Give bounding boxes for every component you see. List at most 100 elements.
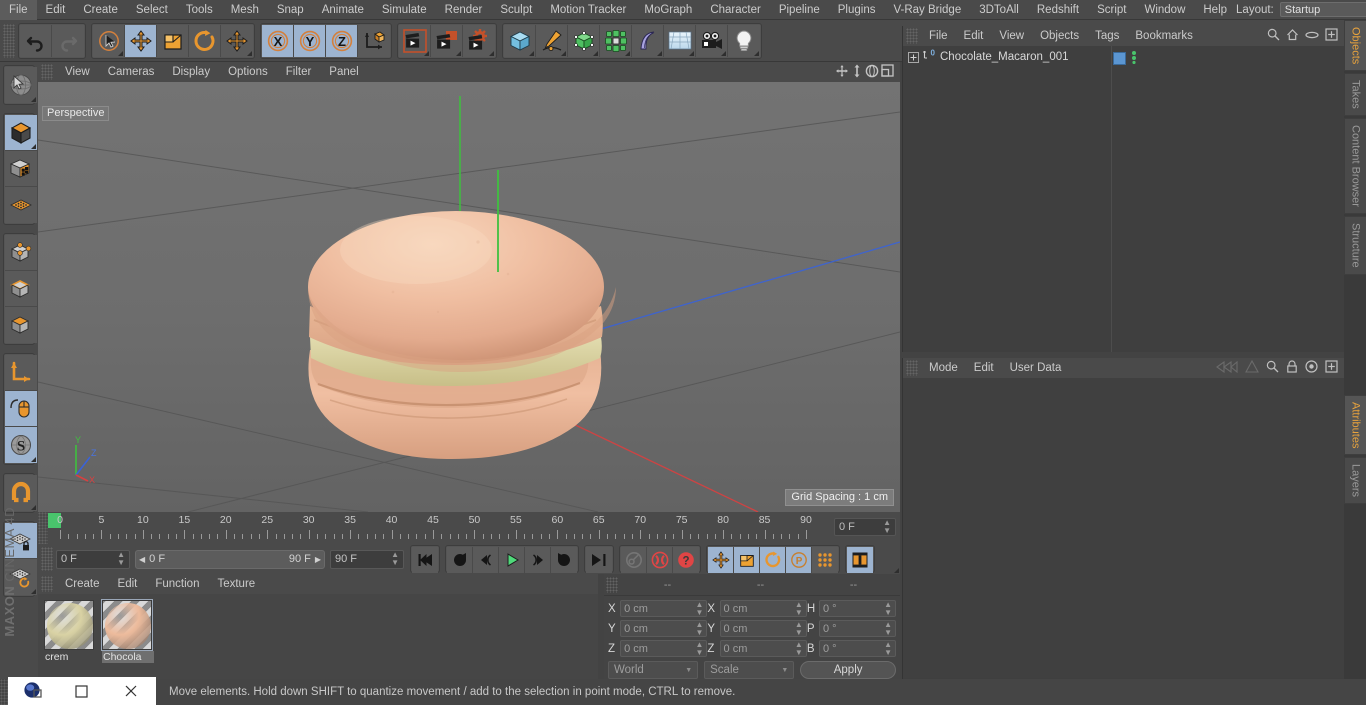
animbar-grip[interactable] [41,547,53,571]
record-active-objects-icon[interactable] [647,547,673,573]
spinner-icon[interactable]: ▲ ▼ [884,600,892,617]
axis-z-icon[interactable]: Z [326,24,358,57]
coordinate-input-position-y[interactable]: 0 cm ▲ ▼ [620,620,708,637]
menu-item-animate[interactable]: Animate [313,0,373,20]
record-pla-icon[interactable] [812,547,838,573]
coordinate-mode-dropdown[interactable]: Scale ▼ [704,661,795,679]
dock-tab-content-browser[interactable]: Content Browser [1344,118,1366,214]
keyframe-selection-icon[interactable]: ? [673,547,699,573]
generator-nurbs-icon[interactable] [568,24,600,57]
material-tag-icon[interactable] [1113,52,1126,65]
coordinate-input-rotation-h[interactable]: 0 ° ▲ ▼ [818,600,896,617]
coordinate-input-size-x[interactable]: 0 cm ▲ ▼ [719,600,807,617]
preview-range-slider[interactable]: ◀ 0 F 90 F ▶ [135,549,325,569]
undo-icon[interactable] [20,24,52,57]
spinner-icon[interactable]: ▲ ▼ [795,620,803,637]
timeline-frame-field[interactable]: 0 F ▲ ▼ [834,518,896,536]
soft-selection-icon[interactable]: S [5,427,37,463]
material-preview-sphere[interactable] [101,599,153,651]
menu-item-pipeline[interactable]: Pipeline [770,0,829,20]
apply-button[interactable]: Apply [800,661,896,679]
menu-item-render[interactable]: Render [436,0,492,20]
material-menu-item-edit[interactable]: Edit [109,574,147,594]
lock-icon[interactable] [1286,360,1298,376]
add-layer-icon[interactable] [1325,28,1338,44]
attribute-menu-item-edit[interactable]: Edit [966,358,1002,378]
menu-item-file[interactable]: File [0,0,37,20]
attribute-menu-item-mode[interactable]: Mode [921,358,966,378]
coordinate-input-size-y[interactable]: 0 cm ▲ ▼ [719,620,807,637]
viewport-menu-item-view[interactable]: View [56,62,99,82]
polygons-mode-icon[interactable] [5,307,37,343]
rotate-camera-icon[interactable] [865,64,879,81]
spinner-icon[interactable]: ▲ ▼ [884,640,892,657]
render-to-picture-viewer-icon[interactable] [431,24,463,57]
scale-icon[interactable] [157,24,189,57]
material-menu-item-function[interactable]: Function [146,574,208,594]
attribute-manager-body[interactable] [903,378,1344,678]
search-icon[interactable] [1266,360,1279,376]
object-menu-item-file[interactable]: File [921,26,956,46]
live-selection-icon[interactable] [5,67,37,103]
spinner-icon[interactable]: ▲ ▼ [696,620,704,637]
object-menu-item-view[interactable]: View [991,26,1032,46]
object-menu-item-bookmarks[interactable]: Bookmarks [1127,26,1201,46]
snap-magnet-icon[interactable] [5,475,37,511]
spinner-icon[interactable]: ▲ ▼ [884,620,892,637]
dolly-camera-icon[interactable] [851,64,863,81]
next-key-icon[interactable] [551,547,577,573]
menu-item-motion-tracker[interactable]: Motion Tracker [541,0,635,20]
viewport-grip[interactable] [41,64,53,80]
play-icon[interactable] [499,547,525,573]
mograph-cloner-icon[interactable] [600,24,632,57]
record-rotation-icon[interactable] [760,547,786,573]
menu-item-character[interactable]: Character [701,0,770,20]
world-object-axis-icon[interactable] [358,24,390,57]
axis-y-icon[interactable]: Y [294,24,326,57]
texture-mode-icon[interactable] [5,187,37,223]
render-settings-icon[interactable] [463,24,495,57]
camera-icon[interactable] [696,24,728,57]
timeline-grip[interactable] [38,512,48,544]
visibility-dots-icon[interactable] [1130,50,1138,67]
spinner-icon[interactable]: ▲ ▼ [883,519,891,535]
autokey-icon[interactable] [621,547,647,573]
record-position-icon[interactable] [708,547,734,573]
timeline-toggle-icon[interactable] [847,547,873,573]
range-left-arrow-icon[interactable]: ◀ [139,555,145,564]
light-icon[interactable] [728,24,760,57]
timeline-track[interactable]: 0 5 10 15 20 25 30 35 40 45 50 55 60 65 70 75 80 85 90 [48,512,830,544]
material-menu-item-texture[interactable]: Texture [208,574,264,594]
object-menu-item-tags[interactable]: Tags [1087,26,1127,46]
menu-item-3dtoall[interactable]: 3DToAll [970,0,1028,20]
coordinate-input-rotation-b[interactable]: 0 ° ▲ ▼ [818,640,896,657]
material-list[interactable]: crem Chocola [38,594,598,679]
menu-item-mograph[interactable]: MoGraph [635,0,701,20]
restore-window-icon[interactable] [57,677,106,705]
redo-icon[interactable] [52,24,84,57]
target-icon[interactable] [1305,360,1318,376]
material-item[interactable]: Chocola [101,599,154,679]
material-preview-sphere[interactable] [44,600,94,650]
attribute-manager-grip[interactable] [906,360,918,376]
up-nav-icon[interactable] [1245,359,1259,376]
menu-item-snap[interactable]: Snap [268,0,313,20]
menu-item-redshift[interactable]: Redshift [1028,0,1088,20]
spinner-icon[interactable]: ▲ ▼ [696,600,704,617]
viewport-menu-item-panel[interactable]: Panel [320,62,367,82]
step-back-icon[interactable] [473,547,499,573]
coordinate-input-rotation-p[interactable]: 0 ° ▲ ▼ [818,620,896,637]
home-icon[interactable] [1286,28,1299,44]
menu-item-v-ray-bridge[interactable]: V-Ray Bridge [884,0,970,20]
dock-tab-takes[interactable]: Takes [1344,73,1366,117]
menu-item-window[interactable]: Window [1135,0,1194,20]
viewport-menu-item-options[interactable]: Options [219,62,277,82]
go-to-start-icon[interactable] [412,547,438,573]
record-parameter-icon[interactable]: P [786,547,812,573]
maximize-viewport-icon[interactable] [881,64,894,80]
move-camera-icon[interactable] [835,64,849,81]
close-window-icon[interactable] [107,677,156,705]
object-menu-item-edit[interactable]: Edit [956,26,992,46]
deformer-bend-icon[interactable] [632,24,664,57]
menu-item-plugins[interactable]: Plugins [829,0,885,20]
